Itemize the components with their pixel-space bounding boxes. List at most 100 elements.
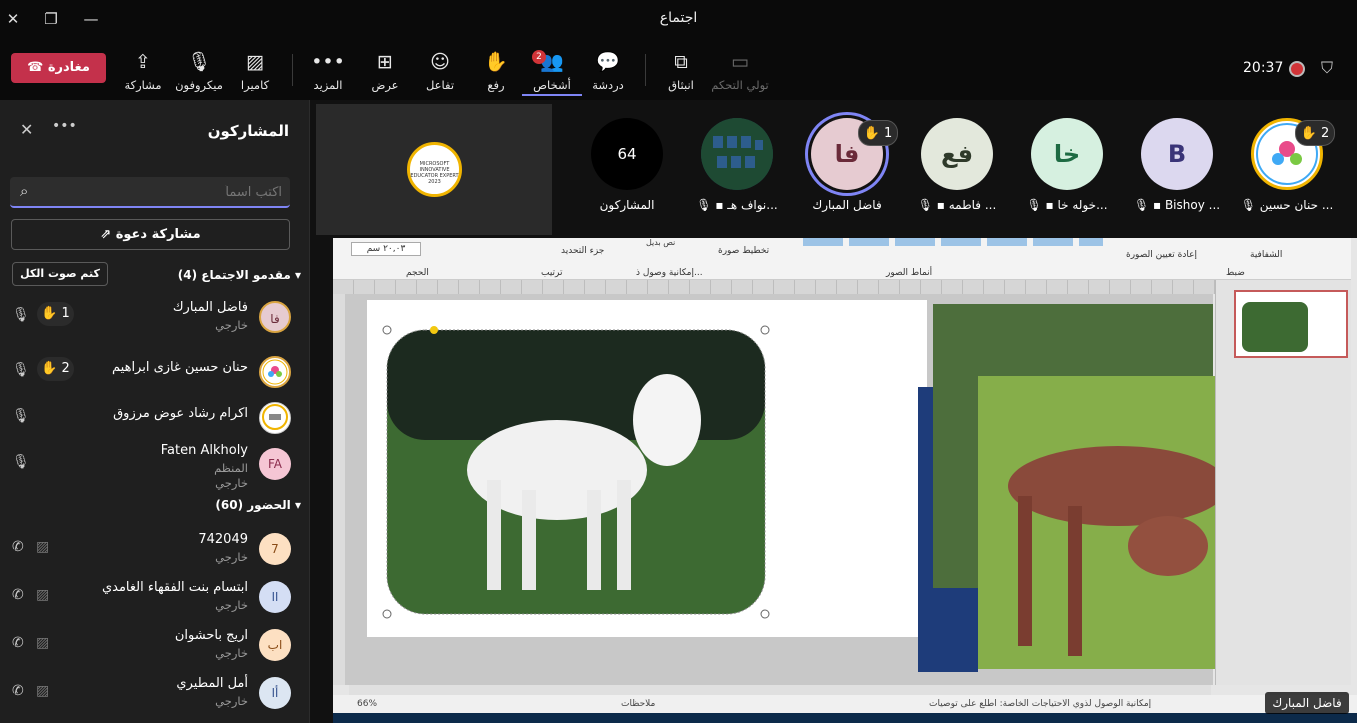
brown-horses-image bbox=[978, 376, 1228, 669]
ribbon-group-accessibility: إمكانية وصول ذ... bbox=[636, 268, 703, 278]
search-icon: ⌕ bbox=[20, 182, 29, 200]
ribbon-group-adjust: ضبط bbox=[1226, 268, 1245, 278]
avatar: B bbox=[1141, 118, 1213, 190]
camera-button[interactable]: ▨ كاميرا bbox=[225, 50, 285, 92]
share-invite-button[interactable]: ⇗ مشاركة دعوة bbox=[11, 219, 290, 250]
mic-button[interactable]: 🎙 ميكروفون bbox=[169, 50, 229, 92]
toolbar-divider bbox=[645, 54, 646, 86]
picture-styles-gallery[interactable] bbox=[803, 238, 1103, 246]
participant-tile[interactable]: B 🎙 ▪ Bishoy ... bbox=[1125, 118, 1229, 212]
participant-role: المنظم bbox=[214, 461, 248, 475]
participant-row[interactable]: 742049 خارجي 7 ✆ ▨ bbox=[0, 529, 310, 577]
participant-count-tile[interactable]: 64 المشاركون bbox=[575, 118, 679, 212]
mie-badge: MICROSOFT INNOVATIVE EDUCATOR EXPERT 202… bbox=[407, 142, 462, 197]
pane-more-icon[interactable]: ••• bbox=[52, 118, 77, 134]
participant-tile-name: فاطمه ... bbox=[948, 198, 997, 212]
mic-off-icon: 🎙 bbox=[1133, 198, 1150, 212]
participant-tile[interactable]: ✋ 2 🎙 حنان حسين ... bbox=[1235, 118, 1339, 212]
mie-badge-text: MICROSOFT INNOVATIVE EDUCATOR EXPERT 202… bbox=[410, 161, 459, 185]
thumbnail-image bbox=[1242, 302, 1308, 352]
share-link-icon: ⇗ bbox=[100, 227, 112, 242]
notes-button[interactable]: ملاحظات bbox=[621, 699, 655, 709]
horizontal-scrollbar[interactable] bbox=[349, 685, 1211, 695]
white-horse-image[interactable] bbox=[367, 300, 927, 637]
search-input[interactable] bbox=[44, 181, 282, 203]
search-box[interactable]: ⌕ bbox=[10, 177, 290, 208]
alt-text-button[interactable]: نص بديل bbox=[646, 238, 676, 247]
chat-label: دردشة bbox=[592, 78, 624, 92]
shield-icon[interactable]: ⛉ bbox=[1321, 58, 1333, 78]
hand-icon: ✋ bbox=[484, 51, 508, 73]
phone-icon: ✆ bbox=[12, 683, 24, 699]
accessibility-status[interactable]: إمكانية الوصول لذوي الاحتياجات الخاصة: ا… bbox=[929, 699, 1151, 709]
slide-thumbnail[interactable] bbox=[1234, 290, 1348, 358]
participant-name: أمل المطيري bbox=[176, 676, 248, 691]
participant-tile-active[interactable]: فا ✋ 1 فاضل المبارك bbox=[795, 118, 899, 212]
participant-name: 742049 bbox=[198, 532, 248, 547]
view-label: عرض bbox=[371, 78, 399, 92]
participant-row[interactable]: ابتسام بنت الفقهاء الغامدي خارجي اا ✆ ▨ bbox=[0, 577, 310, 625]
grid-view-icon: ⊞ bbox=[377, 51, 393, 73]
view-button[interactable]: ⊞ عرض bbox=[355, 50, 415, 92]
presenters-header[interactable]: مقدمو الاجتماع (4) ▾ bbox=[178, 268, 301, 282]
more-button[interactable]: ••• المزيد bbox=[298, 50, 358, 92]
zoom-level[interactable]: 66% bbox=[357, 699, 377, 709]
transparency-button[interactable]: الشفافية bbox=[1250, 250, 1282, 260]
slide-canvas[interactable] bbox=[367, 300, 927, 637]
popout-icon: ⧉ bbox=[674, 51, 688, 73]
share-label: مشاركة bbox=[124, 78, 162, 92]
attendees-header[interactable]: الحضور (60) ▾ bbox=[215, 498, 301, 512]
horizontal-ruler bbox=[333, 280, 1223, 294]
participant-tile[interactable]: 🎙 ▪ نواف هـ... bbox=[685, 118, 789, 212]
participant-row[interactable]: حنان حسين غازى ابراهيم 🎙 ✋ 2 bbox=[0, 352, 310, 400]
popout-button[interactable]: ⧉ انبثاق bbox=[651, 50, 711, 92]
size-field[interactable]: ٢٠,٠٣ سم bbox=[351, 242, 421, 256]
react-button[interactable]: ☺ تفاعل bbox=[410, 50, 470, 92]
mic-off-icon: 🎙 bbox=[696, 198, 712, 212]
participant-row[interactable]: فاضل المبارك خارجي فا 🎙 ✋ 1 bbox=[0, 297, 310, 345]
slide-editing-area[interactable] bbox=[333, 294, 1228, 685]
selection-pane-button[interactable]: جزء التحديد bbox=[561, 246, 604, 256]
participant-count-label: المشاركون bbox=[599, 198, 655, 212]
presenters-header-label: مقدمو الاجتماع (4) bbox=[177, 268, 291, 282]
phone-hangup-icon: ☎ bbox=[27, 60, 44, 75]
leave-button[interactable]: ☎ مغادرة bbox=[11, 53, 106, 83]
share-button[interactable]: ⇪ مشاركة bbox=[113, 50, 173, 92]
reset-picture-button[interactable]: إعادة تعيين الصورة bbox=[1126, 250, 1197, 260]
vertical-ruler bbox=[333, 294, 345, 685]
participant-row[interactable]: اريج باحشوان خارجي اب ✆ ▨ bbox=[0, 625, 310, 673]
mic-off-icon: 🎙 bbox=[1240, 198, 1256, 212]
people-button[interactable]: 👥 2 أشخاص bbox=[522, 50, 582, 96]
participant-name: اكرام رشاد عوض مرزوق bbox=[113, 406, 248, 421]
mic-off-icon: 🎙 bbox=[917, 198, 933, 212]
raised-hand-count: 1 bbox=[884, 126, 893, 141]
participant-row[interactable]: اكرام رشاد عوض مرزوق 🎙 bbox=[0, 398, 310, 446]
share-tray-icon: ⇪ bbox=[135, 51, 151, 73]
raised-hand-badge: ✋ 2 bbox=[1295, 120, 1335, 146]
people-label: أشخاص bbox=[522, 78, 582, 96]
brown-horse-photo[interactable] bbox=[978, 376, 1228, 669]
participant-name: ابتسام بنت الفقهاء الغامدي bbox=[101, 580, 248, 595]
shared-content-tile[interactable]: MICROSOFT INNOVATIVE EDUCATOR EXPERT 202… bbox=[316, 104, 552, 235]
mic-off-icon: 🎙 bbox=[186, 51, 212, 73]
participant-role: خارجي bbox=[215, 318, 248, 332]
chat-button[interactable]: 💬 دردشة bbox=[578, 50, 638, 92]
participant-tile[interactable]: خا 🎙 ▪ خوله خا... bbox=[1015, 118, 1119, 212]
close-pane-icon[interactable]: ✕ bbox=[20, 120, 33, 139]
participant-tile[interactable]: فع 🎙 ▪ فاطمه ... bbox=[905, 118, 1009, 212]
camera-off-icon: ▨ bbox=[36, 539, 50, 555]
avatar: 7 bbox=[259, 533, 291, 565]
participant-row[interactable]: Faten Alkholy المنظم خارجي FA 🎙 bbox=[0, 440, 310, 502]
camera-off-icon: ▨ bbox=[246, 51, 264, 73]
mute-all-button[interactable]: كتم صوت الكل bbox=[12, 262, 108, 286]
shared-screen[interactable]: ٢٠,٠٣ سم الحجم جزء التحديد ترتيب نص بديل… bbox=[333, 238, 1357, 715]
take-control-button[interactable]: ▭ تولي التحكم bbox=[710, 50, 770, 92]
mic-off-icon: 🎙 bbox=[12, 362, 30, 378]
participant-row[interactable]: أمل المطيري خارجي أا ✆ ▨ bbox=[0, 673, 310, 721]
mic-icon: 🎙 bbox=[12, 307, 30, 323]
raise-hand-button[interactable]: ✋ رفع bbox=[466, 50, 526, 92]
people-badge: 2 bbox=[532, 50, 546, 64]
team-photo-icon bbox=[701, 118, 773, 190]
picture-layout-button[interactable]: تخطيط صورة bbox=[718, 246, 769, 256]
raised-hand-badge: ✋ 2 bbox=[37, 357, 74, 381]
